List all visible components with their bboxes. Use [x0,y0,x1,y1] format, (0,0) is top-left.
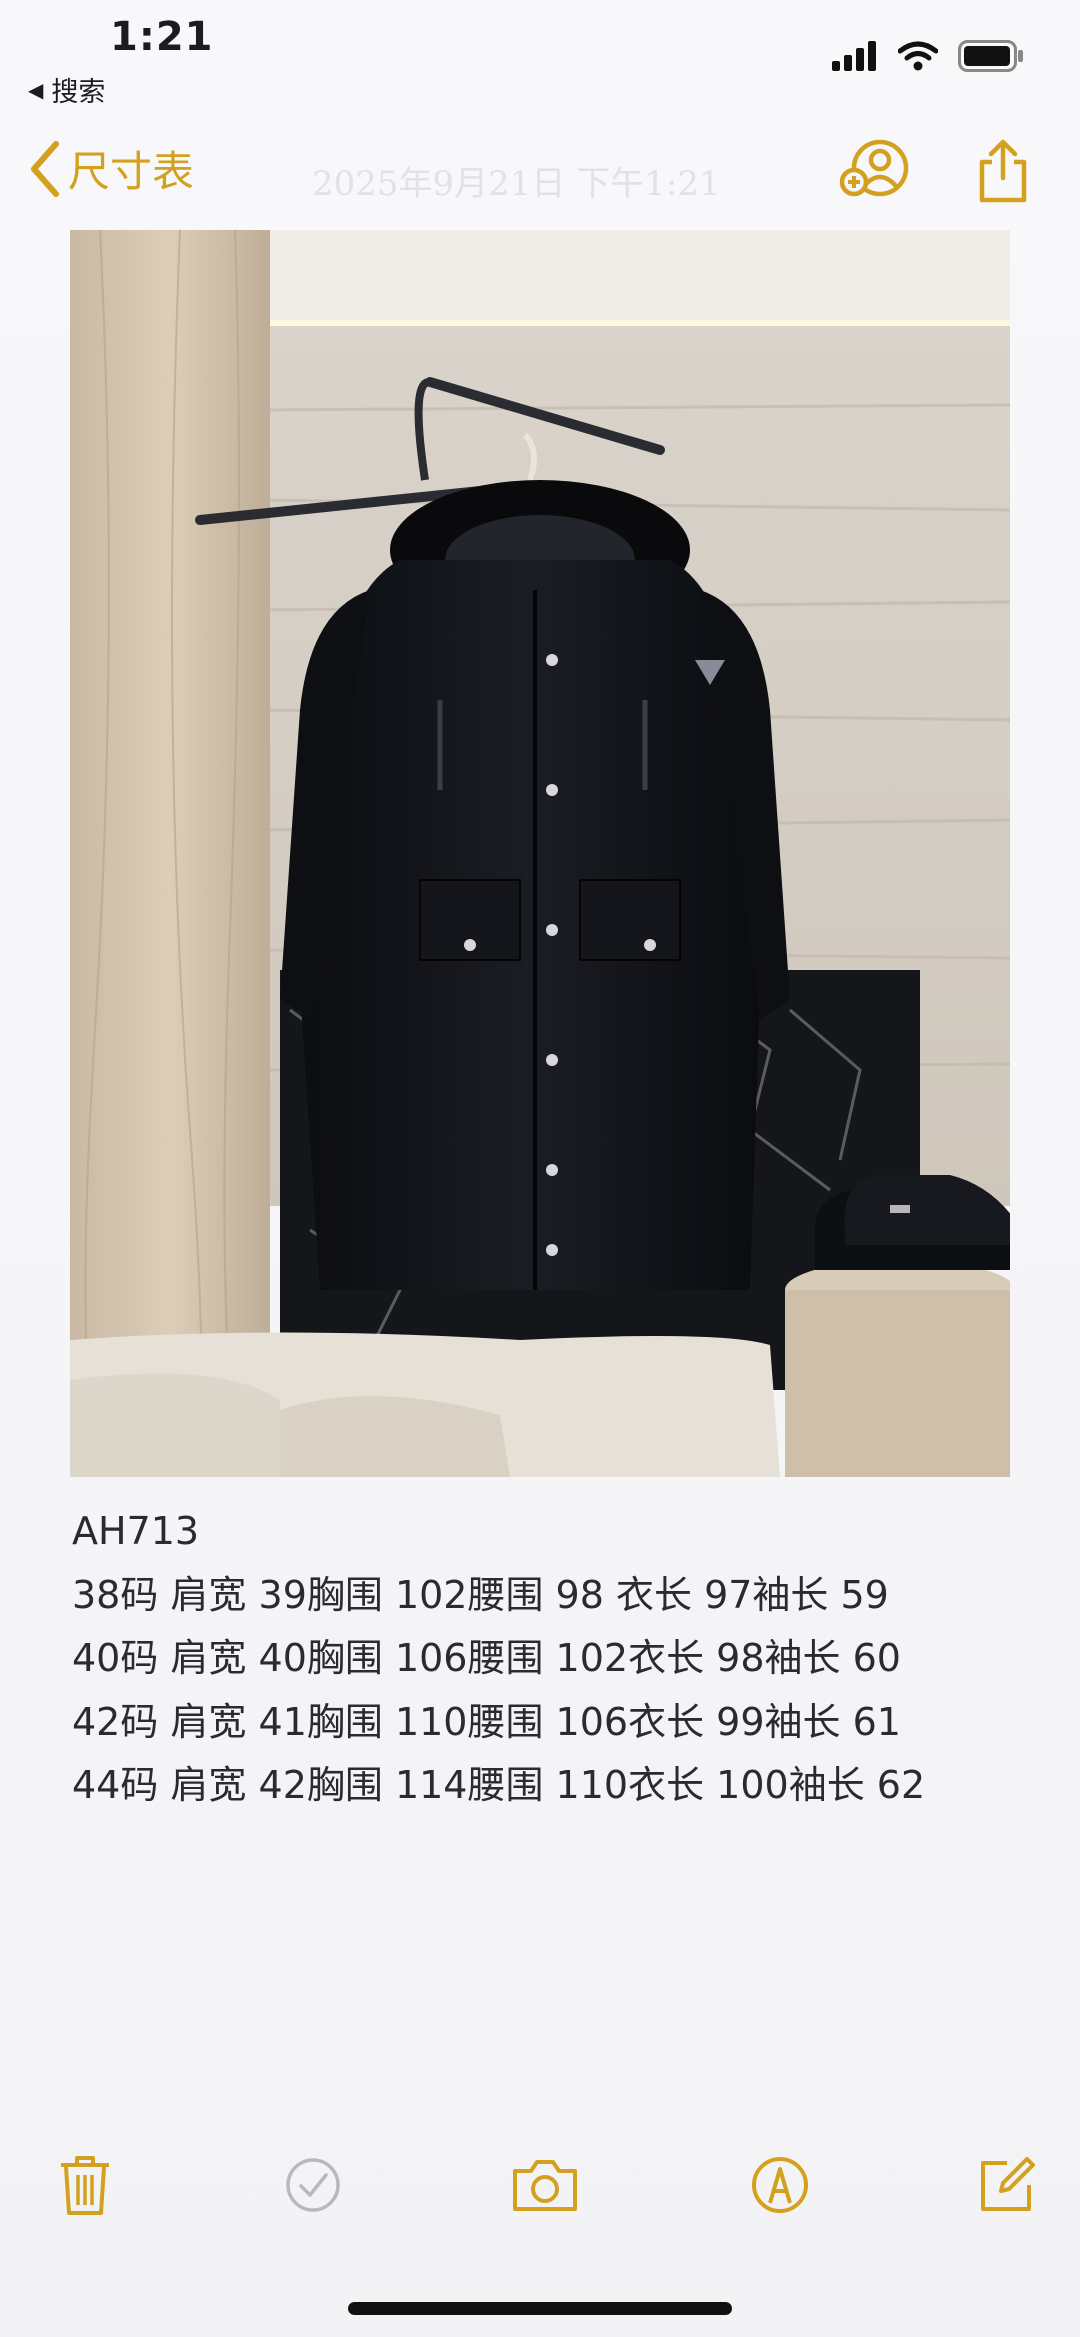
checklist-icon [286,2158,340,2212]
status-back-link[interactable]: ◀ 搜索 [28,70,105,109]
wifi-icon [898,41,938,71]
compose-button[interactable] [972,2150,1042,2220]
notes-screen: 1:21 ◀ 搜索 尺寸表 2025年9月21日 下午1:21 AH713 38… [0,0,1080,2337]
battery-icon [958,40,1023,72]
back-triangle-icon: ◀ [28,77,44,102]
signal-icon [832,41,876,71]
coat-photo-image [70,230,1010,1477]
trash-icon [61,2156,109,2215]
note-line-size-40: 40码 肩宽 40胸围 106腰围 102衣长 98袖长 60 [72,1636,901,1680]
note-line-size-42: 42码 肩宽 41胸围 110腰围 106衣长 99袖长 61 [72,1699,901,1744]
note-body[interactable]: AH713 38码 肩宽 39胸围 102腰围 98 衣长 97袖长 59 40… [72,1500,925,1818]
nav-back-label: 尺寸表 [68,147,195,196]
markup-icon [752,2157,808,2213]
chevron-left-icon [31,140,59,197]
share-icon[interactable] [976,138,1030,204]
note-line-size-44: 44码 肩宽 42胸围 114腰围 110衣长 100袖长 62 [72,1763,926,1807]
home-indicator[interactable] [348,2302,732,2315]
markup-button[interactable] [745,2150,815,2220]
note-line-size-38: 38码 肩宽 39胸围 102腰围 98 衣长 97袖长 59 [72,1572,889,1617]
note-date: 2025年9月21日 下午1:21 [312,164,721,204]
camera-button[interactable] [510,2150,580,2220]
status-back-label: 搜索 [51,77,106,108]
note-photo[interactable] [70,230,1010,1477]
delete-button[interactable] [50,2150,120,2220]
bottom-toolbar [0,2150,1080,2230]
add-person-icon[interactable] [840,138,912,202]
nav-back-button[interactable]: 尺寸表 [28,138,194,199]
camera-icon [513,2160,577,2211]
compose-icon [981,2157,1035,2211]
status-icons [832,40,1024,72]
status-time: 1:21 [110,14,214,60]
nav-actions [840,138,1030,204]
note-line-product-code: AH713 [72,1509,200,1553]
checklist-button[interactable] [278,2150,348,2220]
